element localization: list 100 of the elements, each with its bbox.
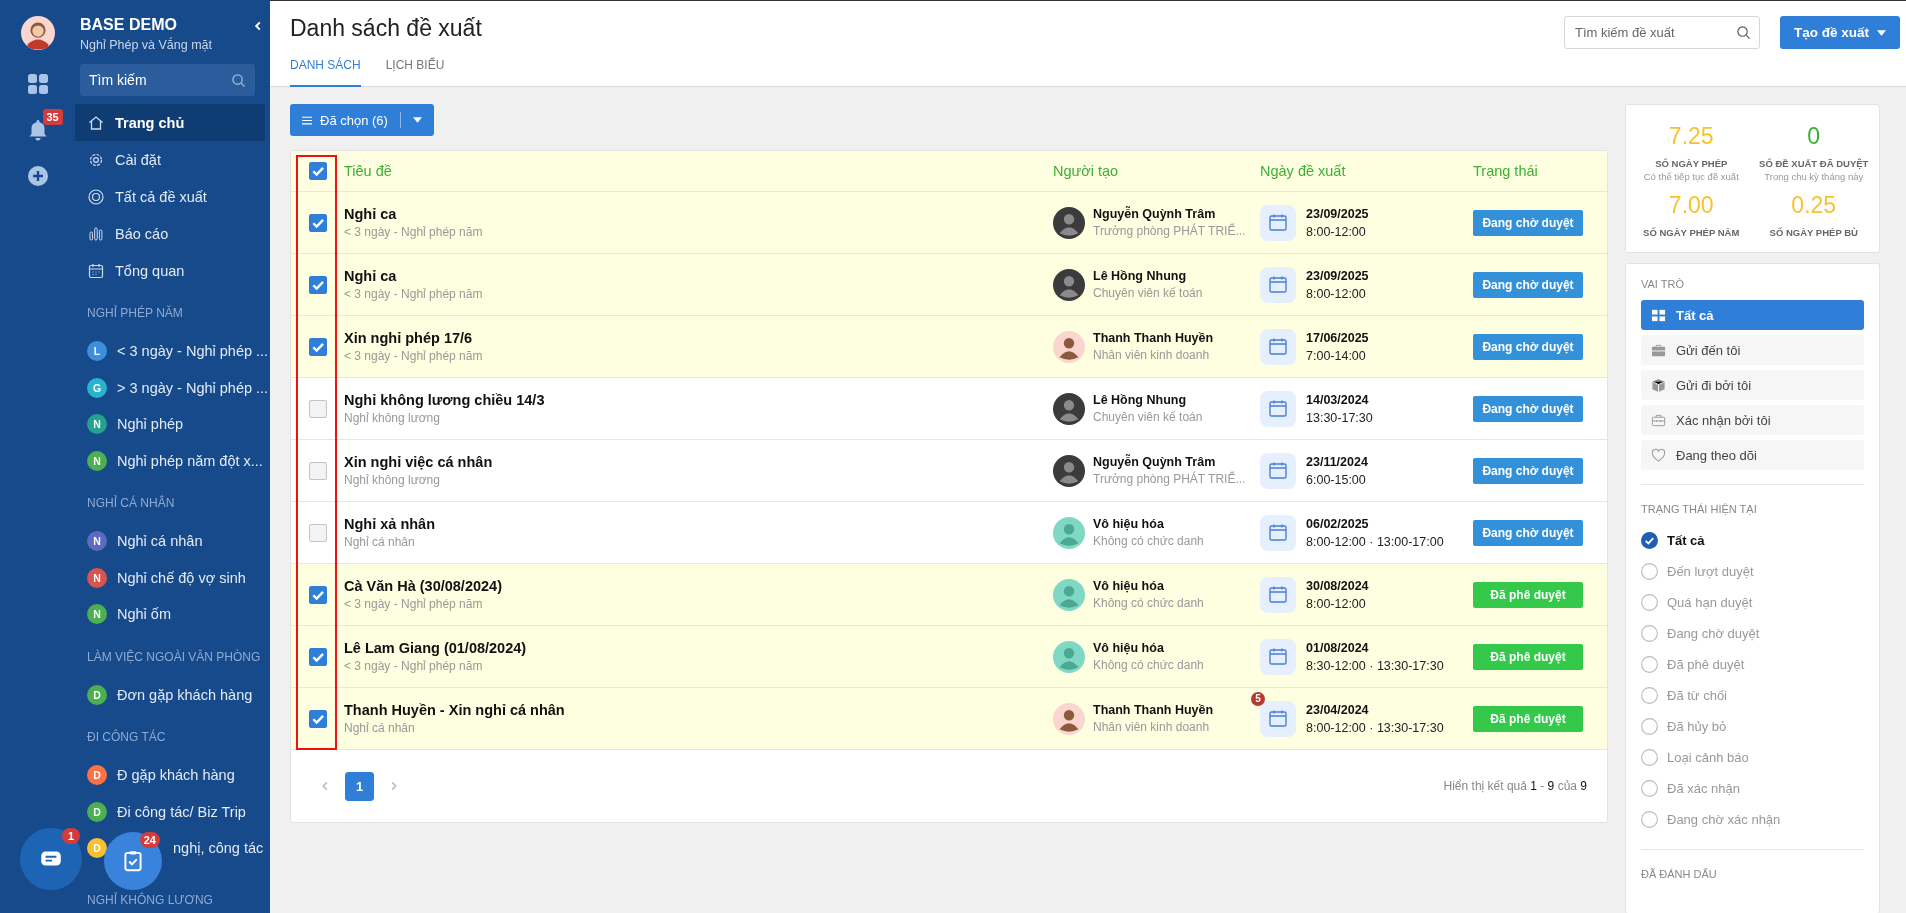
tab[interactable]: DANH SÁCH [290,58,361,87]
row-checkbox[interactable] [308,337,327,356]
add-icon[interactable] [25,164,50,188]
nav-item[interactable]: Cài đặt [75,141,265,178]
apps-icon[interactable] [25,72,50,96]
page-button[interactable]: 1 [345,771,374,801]
section-heading: LÀM VIỆC NGOÀI VĂN PHÒNG [86,648,262,666]
row-checkbox[interactable] [308,523,327,542]
request-title[interactable]: Thanh Huyền - Xin nghỉ cá nhân [344,702,1053,718]
request-type: < 3 ngày - Nghỉ phép năm [344,597,484,611]
caret-icon [1877,29,1886,36]
radio-button[interactable] [1641,687,1658,704]
role-filter[interactable]: Gửi đi bởi tôi [1641,370,1864,400]
briefcase-icon [1651,342,1666,358]
section-heading: NGHỈ CÁ NHÂN [86,494,176,512]
selected-button[interactable]: Đã chọn (6) [290,104,434,136]
request-type: < 3 ngày - Nghỉ phép năm [344,225,484,239]
user-avatar[interactable] [20,16,55,50]
request-title[interactable]: Lê Lam Giang (01/08/2024) [344,640,1053,656]
category-letter-icon: G [87,377,107,398]
target-icon [87,187,105,206]
radio-button[interactable] [1641,594,1658,611]
request-title[interactable]: Xin nghỉ việc cá nhân [344,454,1053,470]
radio-button[interactable] [1641,811,1658,828]
category-item[interactable]: Nghỉ phép [117,416,184,433]
nav-item[interactable]: Trang chủ [75,104,265,141]
category-letter-icon: N [87,531,107,552]
calendar-icon [1260,204,1296,241]
avatar [1053,516,1085,549]
status-badge: Đang chờ duyệt [1473,333,1583,360]
row-checkbox[interactable] [308,275,327,294]
category-item[interactable]: Nghỉ phép năm đột x... [117,452,263,469]
column-header: Trạng thái [1473,163,1539,179]
radio-button[interactable] [1641,749,1658,766]
create-button[interactable]: Tạo đề xuất [1780,16,1900,49]
radio-button[interactable] [1641,625,1658,642]
request-title[interactable]: Nghỉ xả nhân [344,516,1053,532]
category-item[interactable]: Nghỉ cá nhân [117,533,203,550]
time-text: 8:00-12:00 [1306,224,1367,239]
search-field[interactable]: Tìm kiếm đề xuất [1564,16,1760,49]
category-letter-icon: D [87,684,107,705]
category-item[interactable]: < 3 ngày - Nghỉ phép ... [117,343,269,360]
request-title[interactable]: Nghỉ ca [344,206,1053,222]
stat-value: 0.25 [1790,192,1838,219]
row-checkbox[interactable] [308,399,327,418]
stat-label: SỐ ĐỀ XUẤT ĐÃ DUYỆT [1758,158,1870,169]
creator-name: Nguyễn Quỳnh Trâm [1093,455,1217,469]
time-text: 13:30-17:30 [1306,410,1373,425]
status-filter[interactable]: Tất cả [1641,525,1864,556]
calendar-icon [1260,638,1296,675]
row-checkbox[interactable] [308,585,327,604]
radio-button[interactable] [1641,532,1658,549]
category-letter-icon: N [87,604,107,625]
category-item[interactable]: Đi công tác/ Biz Trip [117,803,246,820]
search-icon [231,72,246,88]
time-text: 6:00-15:00 [1306,472,1367,487]
time-text: 8:30-12:00 · 13:30-17:30 [1306,658,1444,673]
request-title[interactable]: Xin nghỉ phép 17/6 [344,330,1053,346]
time-text: 8:00-12:00 [1306,286,1367,301]
role-filter[interactable]: Gửi đến tôi [1641,335,1864,365]
request-title[interactable]: Cà Văn Hà (30/08/2024) [344,578,1053,594]
radio-button[interactable] [1641,718,1658,735]
date-text: 14/03/2024 [1306,392,1370,407]
status-badge: Đã phê duyệt [1473,705,1583,732]
nav-item[interactable]: Tổng quan [75,252,265,289]
row-checkbox[interactable] [308,461,327,480]
creator-name: Thanh Thanh Huyền [1093,331,1214,345]
nav-item[interactable]: Báo cáo [75,215,265,252]
creator-role: Chuyên viên kế toán [1093,286,1203,300]
category-letter-icon: D [87,801,107,822]
nav-item[interactable]: Tất cả đề xuất [75,178,265,215]
list-icon [302,115,312,125]
search-field[interactable]: Tìm kiếm [80,64,255,96]
creator-role: Trưởng phòng PHÁT TRIỂ... [1093,472,1246,486]
role-filter[interactable]: Đang theo dõi [1641,440,1864,470]
heart-icon [1651,447,1666,463]
category-item[interactable]: nghị, công tác [173,840,264,857]
role-filter[interactable]: Tất cả [1641,300,1864,330]
time-text: 7:00-14:00 [1306,348,1367,363]
category-item[interactable]: > 3 ngày - Nghỉ phép ... [117,379,269,396]
radio-button[interactable] [1641,656,1658,673]
role-filter[interactable]: Xác nhận bởi tôi [1641,405,1864,435]
stat-note: Có thể tiếp tục đề xuất [1642,171,1740,182]
request-title[interactable]: Nghỉ ca [344,268,1053,284]
radio-button[interactable] [1641,780,1658,797]
row-checkbox[interactable] [308,647,327,666]
request-title[interactable]: Nghỉ không lương chiều 14/3 [344,392,1053,408]
avatar [1053,330,1085,363]
stat-value: 7.25 [1667,123,1715,150]
radio-button[interactable] [1641,563,1658,580]
select-all-checkbox[interactable] [308,162,327,180]
row-checkbox[interactable] [308,213,327,232]
category-item[interactable]: Nghỉ ốm [117,606,171,623]
status-badge: Đã phê duyệt [1473,643,1583,670]
category-item[interactable]: Nghỉ chế độ vợ sinh [117,569,246,586]
bar-chart-icon [87,224,105,243]
category-item[interactable]: Đ gặp khách hàng [117,767,235,784]
tab[interactable]: LỊCH BIỂU [385,58,445,87]
row-checkbox[interactable] [308,709,327,728]
category-item[interactable]: Đơn gặp khách hàng [117,686,253,703]
